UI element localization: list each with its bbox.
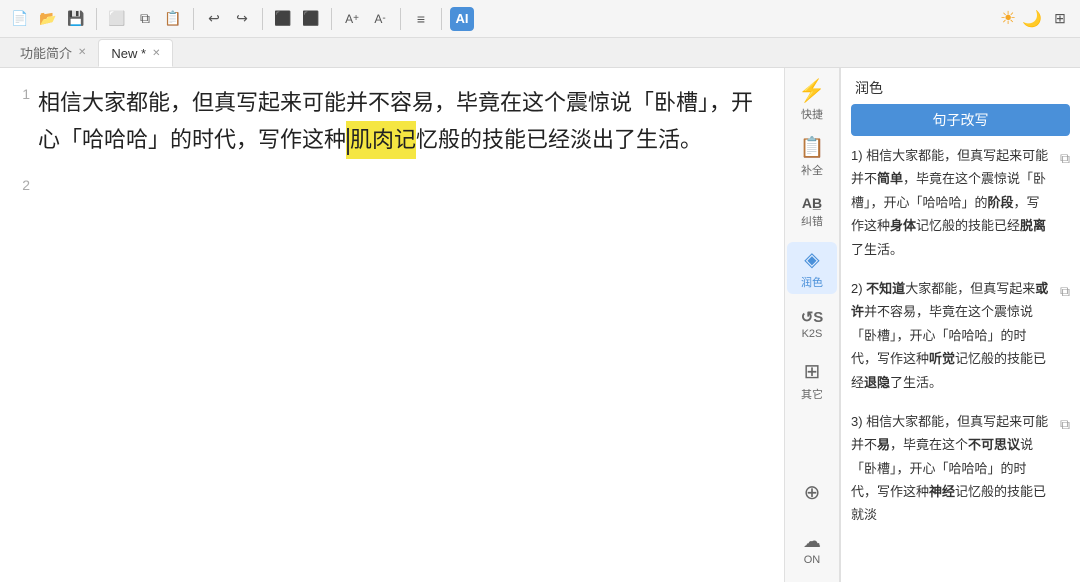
- result3-copy-icon[interactable]: ⧉: [1060, 412, 1070, 437]
- layout-icon[interactable]: ⊞: [1048, 7, 1072, 31]
- polish-icon: ◈: [804, 247, 819, 272]
- cursor-highlight: 肌肉记: [346, 121, 416, 158]
- tab-new[interactable]: New * ✕: [98, 39, 173, 67]
- result1-bold2: 阶段: [988, 195, 1014, 210]
- sidebar-btn-supplement[interactable]: 📋 补全: [787, 130, 837, 182]
- crop-icon[interactable]: ⬜: [105, 7, 129, 31]
- right-panel-content[interactable]: 1) 相信大家都能，但真写起来可能并不简单，毕竟在这个震惊说「卧槽」，开心「哈哈…: [841, 144, 1080, 582]
- sidebar-btn-polish[interactable]: ◈ 润色: [787, 242, 837, 294]
- result2-bold4: 退隐: [864, 375, 890, 390]
- line-number-1: 1: [10, 84, 30, 159]
- result2-text5: 了生活。: [890, 375, 942, 390]
- ai-button[interactable]: AI: [450, 7, 474, 31]
- divider-4: [331, 8, 332, 30]
- tab-new-label: New *: [111, 46, 146, 61]
- proofread-label: 纠错: [801, 213, 823, 229]
- run-icon: ⚡: [798, 78, 825, 104]
- result3-num: 3): [851, 414, 866, 429]
- proofread-icon: AB̲: [802, 195, 822, 211]
- k2s-icon: ↺S: [801, 308, 824, 326]
- line1-text-before: 相信大家都能，但真写起来可能并不容易，毕竟在这个震惊说「卧槽」，开心「哈哈哈」的…: [38, 90, 753, 152]
- cloud-icon: ☁: [803, 531, 821, 552]
- redo-icon[interactable]: ↪: [230, 7, 254, 31]
- sidebar-bottom: ⊕ ☁ ON: [785, 464, 839, 582]
- run-label: 快捷: [801, 106, 823, 122]
- divider-1: [96, 8, 97, 30]
- tab-intro[interactable]: 功能简介 ✕: [8, 39, 98, 67]
- more-icon: ⊞: [804, 359, 821, 384]
- tab-intro-close[interactable]: ✕: [78, 47, 86, 58]
- result2-bold1: 不知道: [866, 281, 905, 296]
- result-item-1: 1) 相信大家都能，但真写起来可能并不简单，毕竟在这个震惊说「卧槽」，开心「哈哈…: [851, 144, 1070, 261]
- line-number-2: 2: [10, 175, 30, 193]
- format-icon2[interactable]: ⬛: [299, 7, 323, 31]
- tab-intro-label: 功能简介: [20, 43, 72, 62]
- sidebar-btn-import[interactable]: ⊕: [787, 466, 837, 518]
- result2-num: 2): [851, 281, 866, 296]
- cloud-label: ON: [804, 554, 821, 566]
- result2-text2: 大家都能，但真写起来: [905, 281, 1035, 296]
- result-item-2: 2) 不知道大家都能，但真写起来或许并不容易，毕竟在这个震惊说「卧槽」，开心「哈…: [851, 277, 1070, 394]
- sidebar-btn-proofread[interactable]: AB̲ 纠错: [787, 186, 837, 238]
- supplement-icon: 📋: [800, 135, 825, 160]
- line-content-1[interactable]: 相信大家都能，但真写起来可能并不容易，毕竟在这个震惊说「卧槽」，开心「哈哈哈」的…: [38, 84, 764, 159]
- more-label: 其它: [801, 386, 823, 402]
- new-file-icon[interactable]: 📄: [8, 7, 32, 31]
- result1-bold4: 脱离: [1020, 218, 1046, 233]
- sidebar-btn-run[interactable]: ⚡ 快捷: [787, 74, 837, 126]
- open-file-icon[interactable]: 📂: [36, 7, 60, 31]
- sidebar-btn-cloud[interactable]: ☁ ON: [787, 522, 837, 574]
- main-area: 1 相信大家都能，但真写起来可能并不容易，毕竟在这个震惊说「卧槽」，开心「哈哈哈…: [0, 68, 1080, 582]
- toolbar-right: ☀ 🌙 ⊞: [1000, 7, 1072, 31]
- doc-line-1: 1 相信大家都能，但真写起来可能并不容易，毕竟在这个震惊说「卧槽」，开心「哈哈哈…: [10, 84, 764, 159]
- toolbar: 📄 📂 💾 ⬜ ⧉ 📋 ↩ ↪ ⬛ ⬛ A+ A- ≡ AI ☀ 🌙 ⊞: [0, 0, 1080, 38]
- doc-line-2: 2: [10, 175, 764, 193]
- result2-copy-icon[interactable]: ⧉: [1060, 279, 1070, 304]
- result1-num: 1): [851, 148, 866, 163]
- text-cursor: [347, 128, 349, 154]
- paste-icon[interactable]: 📋: [161, 7, 185, 31]
- result3-bold2: 不可思议: [968, 437, 1020, 452]
- sidebar-btn-k2s[interactable]: ↺S K2S: [787, 298, 837, 350]
- k2s-label: K2S: [802, 328, 823, 340]
- theme-sun-icon[interactable]: ☀: [1000, 8, 1016, 29]
- result3-bold1: 易: [877, 437, 890, 452]
- divider-5: [400, 8, 401, 30]
- right-panel-tab[interactable]: 句子改写: [851, 104, 1070, 136]
- import-icon: ⊕: [804, 480, 821, 505]
- polish-label: 润色: [801, 274, 823, 290]
- font-down-icon[interactable]: A-: [368, 7, 392, 31]
- tabs-bar: 功能简介 ✕ New * ✕: [0, 38, 1080, 68]
- font-up-icon[interactable]: A+: [340, 7, 364, 31]
- result1-text4: 记忆般的技能已经: [916, 218, 1020, 233]
- theme-moon-icon[interactable]: 🌙: [1022, 9, 1042, 29]
- result-item-3: 3) 相信大家都能，但真写起来可能并不易，毕竟在这个不可思议说「卧槽」，开心「哈…: [851, 410, 1070, 527]
- divider-6: [441, 8, 442, 30]
- right-panel-title: 润色: [841, 68, 1080, 104]
- sidebar-btn-more[interactable]: ⊞ 其它: [787, 354, 837, 406]
- align-icon[interactable]: ≡: [409, 7, 433, 31]
- result1-text5: 了生活。: [851, 242, 903, 257]
- document-area[interactable]: 1 相信大家都能，但真写起来可能并不容易，毕竟在这个震惊说「卧槽」，开心「哈哈哈…: [0, 68, 784, 582]
- result1-bold1: 简单: [877, 171, 903, 186]
- sidebar-icons: ⚡ 快捷 📋 补全 AB̲ 纠错 ◈ 润色 ↺S K2S ⊞ 其它 ⊕: [784, 68, 840, 582]
- result3-bold3: 神经: [929, 484, 955, 499]
- line-content-2[interactable]: [38, 175, 764, 193]
- divider-2: [193, 8, 194, 30]
- result1-bold3: 身体: [890, 218, 916, 233]
- result1-copy-icon[interactable]: ⧉: [1060, 146, 1070, 171]
- result2-bold3: 听觉: [929, 351, 955, 366]
- result3-text2: ，毕竟在这个: [890, 437, 968, 452]
- divider-3: [262, 8, 263, 30]
- right-panel: 润色 句子改写 1) 相信大家都能，但真写起来可能并不简单，毕竟在这个震惊说「卧…: [840, 68, 1080, 582]
- save-file-icon[interactable]: 💾: [64, 7, 88, 31]
- undo-icon[interactable]: ↩: [202, 7, 226, 31]
- format-icon1[interactable]: ⬛: [271, 7, 295, 31]
- supplement-label: 补全: [801, 162, 823, 178]
- copy-icon[interactable]: ⧉: [133, 7, 157, 31]
- tab-new-close[interactable]: ✕: [152, 48, 160, 59]
